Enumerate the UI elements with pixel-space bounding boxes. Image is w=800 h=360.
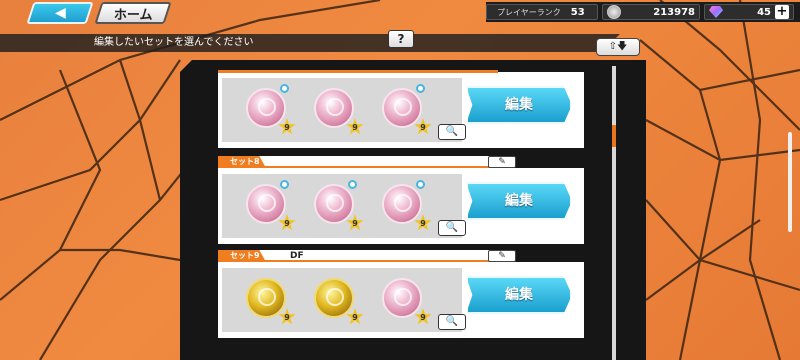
- set-card: 9 9 9 🔍 編集: [218, 70, 584, 148]
- medal[interactable]: [314, 88, 354, 128]
- home-button[interactable]: ホーム: [94, 2, 172, 24]
- coin-icon: [607, 5, 621, 19]
- side-rail: [788, 132, 792, 232]
- medal-slots: 9 9 9 🔍: [222, 268, 466, 332]
- gear-icon: [416, 84, 425, 93]
- set-header: セット8 ✎: [218, 156, 584, 168]
- status-bar: プレイヤーランク 53 213978 45 +: [486, 2, 800, 22]
- set-tab: セット9: [218, 250, 266, 262]
- help-button[interactable]: ?: [388, 30, 414, 48]
- player-rank: プレイヤーランク 53: [486, 4, 598, 20]
- set-header: [218, 70, 584, 74]
- player-rank-value: 53: [570, 6, 585, 18]
- medal-slots: 9 9 9 🔍: [222, 78, 466, 142]
- medal[interactable]: [246, 184, 286, 224]
- medal[interactable]: [382, 88, 422, 128]
- gem-counter: 45 +: [704, 4, 794, 20]
- pencil-icon: ✎: [498, 251, 506, 261]
- coin-counter: 213978: [602, 4, 700, 20]
- left-triangle-icon: ◀: [54, 5, 66, 21]
- magnifier-button[interactable]: 🔍: [438, 220, 466, 236]
- add-gems-button[interactable]: +: [775, 5, 789, 19]
- magnifier-button[interactable]: 🔍: [438, 124, 466, 140]
- scrollbar-thumb[interactable]: [612, 125, 616, 147]
- medal[interactable]: [314, 184, 354, 224]
- set-card: セット8 ✎ 9 9 9 🔍 編集: [218, 156, 584, 244]
- home-label: ホーム: [113, 7, 153, 23]
- medal[interactable]: [246, 278, 286, 318]
- rename-button[interactable]: ✎: [488, 156, 516, 168]
- scrollbar-track[interactable]: [612, 66, 616, 360]
- magnifier-icon: 🔍: [445, 316, 459, 327]
- magnifier-button[interactable]: 🔍: [438, 314, 466, 330]
- magnifier-icon: 🔍: [445, 126, 459, 137]
- medal[interactable]: [246, 88, 286, 128]
- edit-button[interactable]: 編集: [466, 182, 572, 220]
- edit-button[interactable]: 編集: [466, 276, 572, 314]
- gear-icon: [280, 84, 289, 93]
- rename-button[interactable]: ✎: [488, 250, 516, 262]
- magnifier-icon: 🔍: [445, 222, 459, 233]
- medal[interactable]: [314, 278, 354, 318]
- medal-slots: 9 9 9 🔍: [222, 174, 466, 238]
- medal[interactable]: [382, 278, 422, 318]
- set-header: セット9 DF ✎: [218, 250, 584, 262]
- instruction-text: 編集したいセットを選んでください: [94, 37, 254, 48]
- instruction-bar: 編集したいセットを選んでください: [0, 34, 620, 52]
- set-header-line: [218, 70, 498, 73]
- gear-icon: [348, 180, 357, 189]
- medal[interactable]: [382, 184, 422, 224]
- set-tab: セット8: [218, 156, 266, 168]
- gear-icon: [416, 180, 425, 189]
- gear-icon: [280, 180, 289, 189]
- set-name: DF: [290, 251, 304, 261]
- coin-value: 213978: [653, 6, 695, 18]
- pencil-icon: ✎: [498, 157, 506, 167]
- edit-button[interactable]: 編集: [466, 86, 572, 124]
- set-card: セット9 DF ✎ 9 9 9 🔍 編集: [218, 250, 584, 338]
- sort-button[interactable]: ⇧🡇: [596, 38, 640, 56]
- back-button[interactable]: ◀: [26, 2, 94, 24]
- gem-value: 45: [757, 6, 771, 18]
- game-screen: ◀ ホーム プレイヤーランク 53 213978 45 + 編集したいセットを選…: [0, 0, 800, 360]
- sort-icon: ⇧🡇: [608, 41, 628, 52]
- player-rank-label: プレイヤーランク: [497, 7, 561, 17]
- gem-icon: [709, 6, 723, 18]
